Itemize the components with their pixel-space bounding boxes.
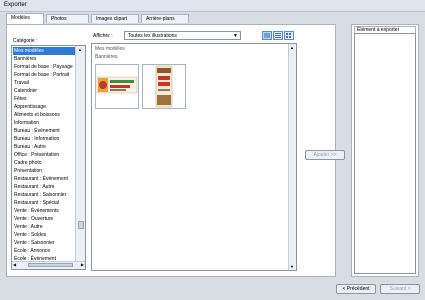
tab-images-clipart[interactable]: Images clipart	[91, 14, 139, 23]
tab-arriere-plans[interactable]: Arrière-plans	[141, 14, 189, 23]
scroll-up-arrow-icon[interactable]: ▲	[290, 45, 294, 50]
category-item[interactable]: Bannières	[14, 55, 37, 63]
category-label: Catégorie :	[13, 38, 38, 44]
vertical-banner-thumbnail-icon	[155, 65, 173, 108]
category-list[interactable]: Mes modèles Bannières Format de base : Pay…	[11, 45, 86, 270]
category-item[interactable]: Mes modèles	[13, 47, 77, 55]
category-item[interactable]: Restaurant : Saisonnier	[14, 191, 66, 199]
view-grid-button[interactable]	[284, 31, 294, 40]
chevron-down-icon: ▼	[233, 33, 238, 39]
category-item[interactable]: Format de base : Paysage	[14, 63, 73, 71]
category-item[interactable]: Office : Présentation	[14, 151, 59, 159]
category-item[interactable]: Présentation	[14, 167, 42, 175]
filter-select[interactable]: Toutes les illustrations ▼	[124, 31, 241, 40]
large-icons-view-icon	[264, 33, 270, 38]
category-item[interactable]: Bureau : Autre	[14, 143, 46, 151]
template-thumbnail[interactable]	[142, 64, 186, 109]
category-scroll-thumb[interactable]	[78, 221, 84, 229]
scroll-left-arrow-icon[interactable]: ◀	[13, 262, 16, 268]
category-item[interactable]: Format de base : Portrait	[14, 71, 69, 79]
export-item-list[interactable]	[354, 33, 416, 274]
previous-button[interactable]: < Précédent	[336, 284, 376, 294]
gallery-path: Mes modèles	[95, 46, 125, 52]
scroll-up-arrow-icon[interactable]: ▲	[77, 47, 83, 52]
tab-modeles[interactable]: Modèles	[6, 13, 44, 24]
grid-view-icon	[286, 33, 291, 38]
category-item[interactable]: Fêtes	[14, 95, 27, 103]
category-item[interactable]: Vente : Saisonnier	[14, 239, 55, 247]
category-item[interactable]: Cadre photo	[14, 159, 42, 167]
category-item[interactable]: Restaurant : Spécial	[14, 199, 59, 207]
export-panel: Élément à exporter	[351, 24, 419, 277]
banner-thumbnail-icon	[96, 76, 138, 94]
view-large-icons-button[interactable]	[262, 31, 272, 40]
add-button[interactable]: Ajouter >>	[305, 150, 345, 160]
title-bar: Exporter	[0, 0, 425, 12]
category-item[interactable]: Information	[14, 119, 39, 127]
details-view-icon	[275, 33, 281, 38]
filter-value: Toutes les illustrations	[128, 33, 177, 39]
export-panel-tab[interactable]: Élément à exporter	[354, 26, 416, 33]
category-item[interactable]: Apprentissage	[14, 103, 46, 111]
category-item[interactable]: Vente : Événements	[14, 207, 59, 215]
category-item[interactable]: Vente : Soldes	[14, 231, 46, 239]
template-gallery[interactable]: Mes modèles Bannières ▲ ▼	[91, 43, 297, 271]
gallery-vertical-scrollbar[interactable]: ▲ ▼	[288, 44, 296, 270]
category-item[interactable]: Bureau : Événement	[14, 127, 60, 135]
view-details-button[interactable]	[273, 31, 283, 40]
category-item[interactable]: Vente : Autre	[14, 223, 43, 231]
category-hscroll-thumb[interactable]	[28, 263, 73, 267]
category-item[interactable]: Vente : Ouverture	[14, 215, 53, 223]
category-item[interactable]: École : Annonce	[14, 247, 50, 255]
category-item[interactable]: Aliments et boissons	[14, 111, 60, 119]
category-vertical-scrollbar[interactable]: ▲ ▼	[75, 46, 85, 268]
category-item[interactable]: Travail	[14, 79, 29, 87]
scroll-right-arrow-icon[interactable]: ▶	[81, 262, 84, 268]
gallery-section-title: Bannières	[95, 54, 118, 60]
category-item[interactable]: Bureau : Information	[14, 135, 59, 143]
category-item[interactable]: Calendrier	[14, 87, 37, 95]
next-button[interactable]: Suivant >	[380, 284, 420, 294]
window-title: Exporter	[4, 2, 27, 8]
filter-label: Afficher :	[93, 33, 113, 39]
category-item[interactable]: Restaurant : Événement	[14, 175, 68, 183]
category-horizontal-scrollbar[interactable]: ◀ ▶	[12, 261, 85, 269]
scroll-down-arrow-icon[interactable]: ▼	[290, 264, 294, 269]
category-item[interactable]: Restaurant : Autre	[14, 183, 54, 191]
template-thumbnail[interactable]	[95, 64, 139, 109]
tab-photos[interactable]: Photos	[46, 14, 89, 23]
